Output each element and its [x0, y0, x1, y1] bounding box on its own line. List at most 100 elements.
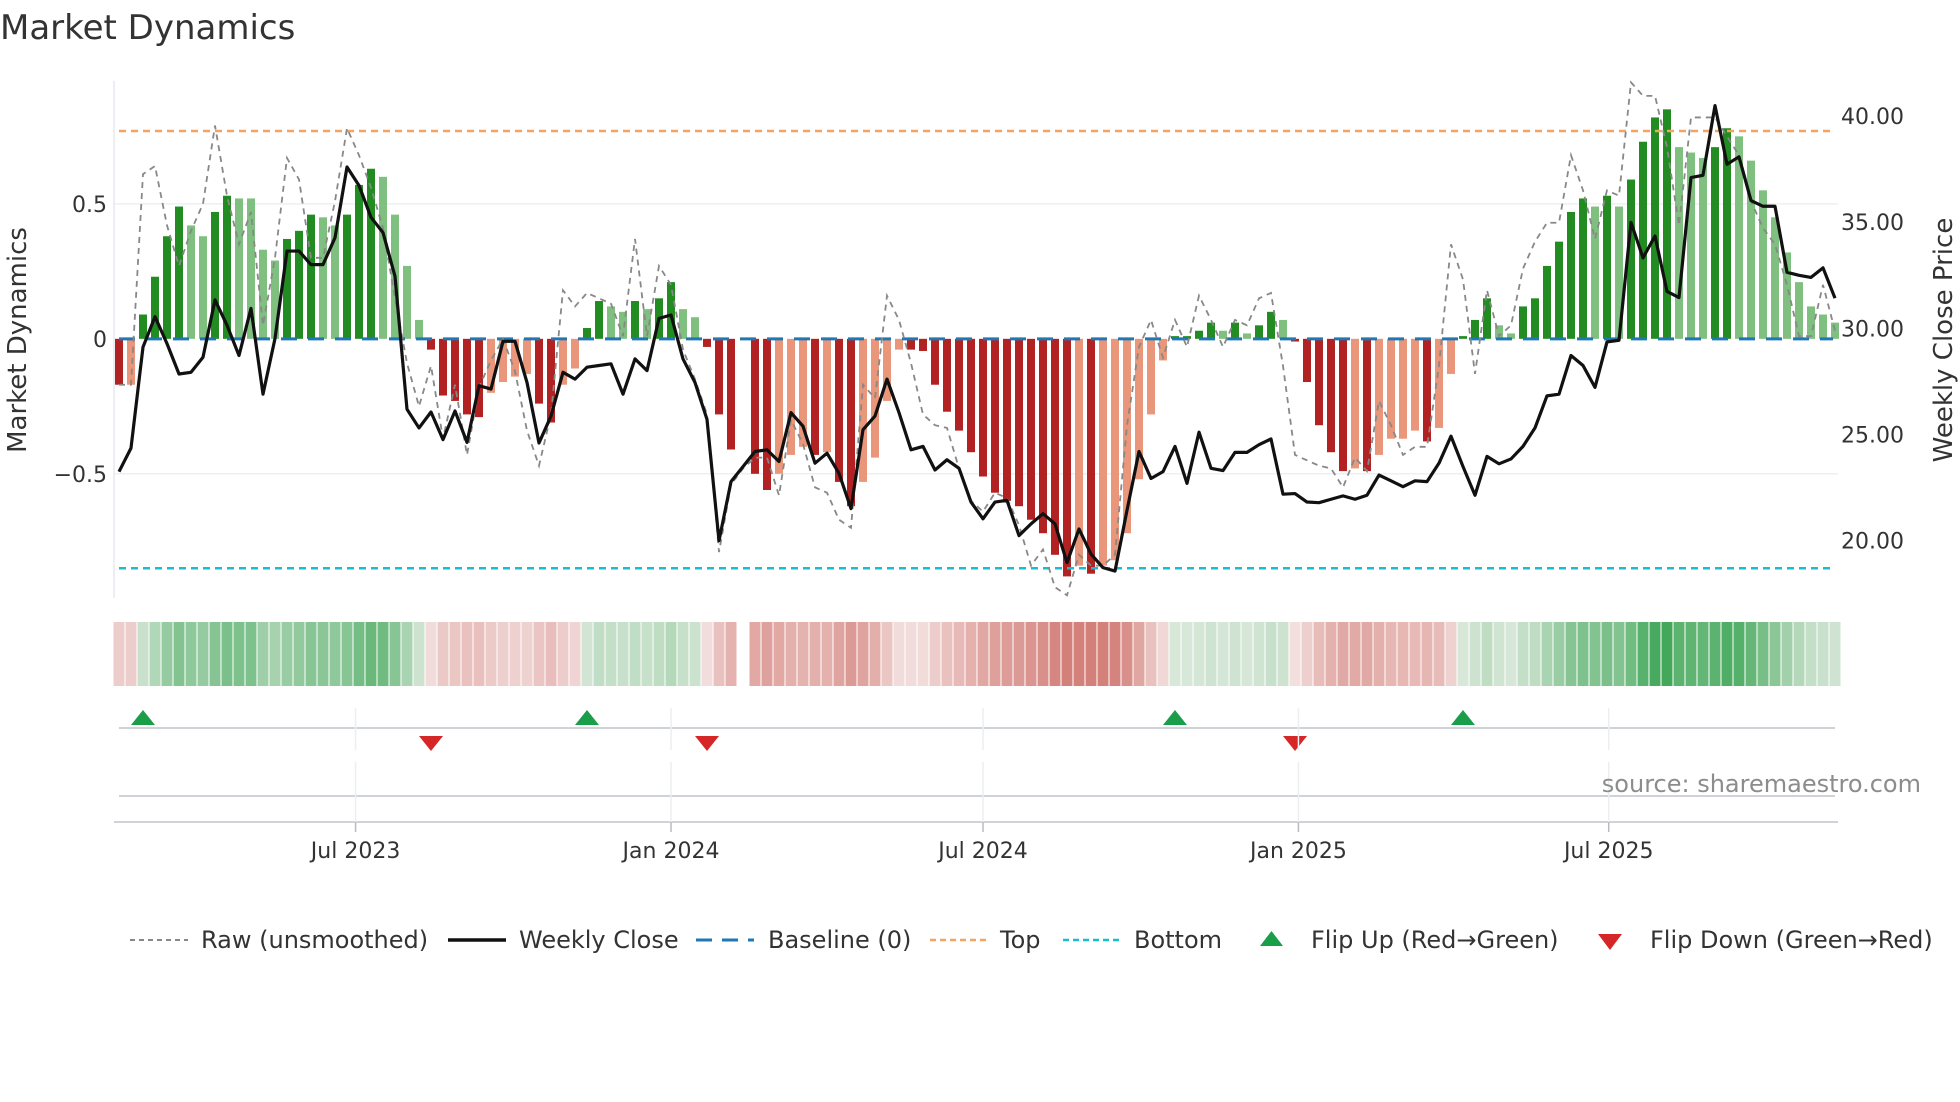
flip-markers-panel [114, 710, 1838, 823]
heatmap-cell [1733, 622, 1745, 686]
heatmap-cell [1565, 622, 1577, 686]
x-tick-label: Jan 2024 [621, 839, 720, 864]
heatmap-cell [593, 622, 605, 686]
heatmap-cell [1397, 622, 1409, 686]
dynamics-bar [1603, 195, 1611, 339]
dynamics-bar [427, 338, 435, 350]
heatmap-cell [1361, 622, 1373, 686]
dynamics-bar [187, 225, 195, 339]
dynamics-bar [343, 214, 351, 339]
heatmap-cell [1469, 622, 1481, 686]
right-tick-label: 20.00 [1841, 530, 1904, 555]
x-axis-ticks: Jul 2023 Jan 2024 Jul 2024 Jan 2025 Jul 2025 [309, 708, 1653, 864]
heatmap-cell [1313, 622, 1325, 686]
reference-lines [119, 129, 1833, 570]
heatmap-cell [1685, 622, 1697, 686]
left-tick-label: 0.5 [72, 193, 107, 218]
heatmap-cell [1697, 622, 1709, 686]
heatmap-cell [893, 622, 905, 686]
dynamics-bar [871, 338, 879, 458]
dynamics-bar [235, 198, 243, 339]
heatmap-cell [1589, 622, 1601, 686]
heatmap-cell [1421, 622, 1433, 686]
heatmap-cell [917, 622, 929, 686]
heatmap-cell [377, 622, 389, 686]
dynamics-bar [355, 184, 363, 339]
heatmap-cell [1457, 622, 1469, 686]
legend-item-flip-down[interactable]: Flip Down (Green→Red) [1598, 926, 1933, 954]
legend-item-flip-up[interactable]: Flip Up (Red→Green) [1260, 926, 1559, 954]
dynamics-bar [259, 249, 267, 339]
heatmap-cell [821, 622, 833, 686]
dynamics-bar [1675, 147, 1683, 339]
triangle-down-icon [1598, 934, 1622, 950]
heatmap-cell [1061, 622, 1073, 686]
dynamics-bar [931, 338, 939, 385]
heatmap-cell [941, 622, 953, 686]
right-tick-label: 30.00 [1841, 317, 1904, 342]
dynamics-bar [1531, 298, 1539, 339]
dynamics-bar [1771, 217, 1779, 339]
flip-down-marker [1283, 736, 1307, 751]
legend-label-close: Weekly Close [519, 926, 679, 954]
heatmap-cell [317, 622, 329, 686]
heatmap-cell [1217, 622, 1229, 686]
dynamics-bar [1015, 338, 1023, 507]
heatmap-cell [1829, 622, 1841, 686]
dynamics-bar [535, 338, 543, 404]
flip-down-marker [419, 736, 443, 751]
heatmap-cell [725, 622, 737, 686]
heatmap-cell [965, 622, 977, 686]
dynamics-bar [1231, 322, 1239, 339]
x-tick-label: Jan 2025 [1248, 839, 1347, 864]
heatmap-cell [1013, 622, 1025, 686]
legend-item-close[interactable]: Weekly Close [448, 926, 679, 954]
heatmap-cell [449, 622, 461, 686]
heatmap-cell [1325, 622, 1337, 686]
dynamics-bar [451, 338, 459, 401]
heatmap-cell [1709, 622, 1721, 686]
legend-item-bottom[interactable]: Bottom [1063, 926, 1222, 954]
flip-up-marker [1163, 710, 1187, 725]
heatmap-cell [629, 622, 641, 686]
dynamics-bar [1795, 282, 1803, 339]
dynamics-bar [115, 338, 123, 385]
legend-item-raw[interactable]: Raw (unsmoothed) [130, 926, 428, 954]
heatmap-cell [353, 622, 365, 686]
dynamics-bar [379, 176, 387, 339]
heatmap-cell [1757, 622, 1769, 686]
heatmap-cell [677, 622, 689, 686]
heatmap-cell [689, 622, 701, 686]
left-tick-label: 0 [93, 328, 107, 353]
heatmap-cell [977, 622, 989, 686]
heatmap-cell [1613, 622, 1625, 686]
legend-item-top[interactable]: Top [930, 926, 1041, 954]
heatmap-cell [245, 622, 257, 686]
heatmap-cell [953, 622, 965, 686]
heatmap-cell [605, 622, 617, 686]
dynamics-bar [1411, 338, 1419, 431]
x-tick-label: Jul 2023 [309, 839, 401, 864]
dynamics-bar [403, 265, 411, 339]
heatmap-cell [1673, 622, 1685, 686]
legend-item-baseline[interactable]: Baseline (0) [696, 926, 911, 954]
right-axis-ticks: 40.00 35.00 30.00 25.00 20.00 [1841, 105, 1904, 555]
heatmap-cell [1349, 622, 1361, 686]
dynamics-bar [175, 206, 183, 339]
heatmap-cell [425, 622, 437, 686]
heatmap-cell [293, 622, 305, 686]
heatmap-cell [1625, 622, 1637, 686]
dynamics-bar [1651, 117, 1659, 339]
dynamics-bar [1003, 338, 1011, 501]
dynamics-bar [1759, 190, 1767, 339]
dynamics-bar [787, 338, 795, 455]
heatmap-cell [1721, 622, 1733, 686]
heatmap-cell [329, 622, 341, 686]
heatmap-cell [1637, 622, 1649, 686]
heatmap-cell [1193, 622, 1205, 686]
dynamics-bar [1543, 265, 1551, 339]
heatmap-cell [569, 622, 581, 686]
dynamics-bar [1579, 198, 1587, 339]
dynamics-bar [1447, 338, 1455, 374]
dynamics-bar [991, 338, 999, 493]
